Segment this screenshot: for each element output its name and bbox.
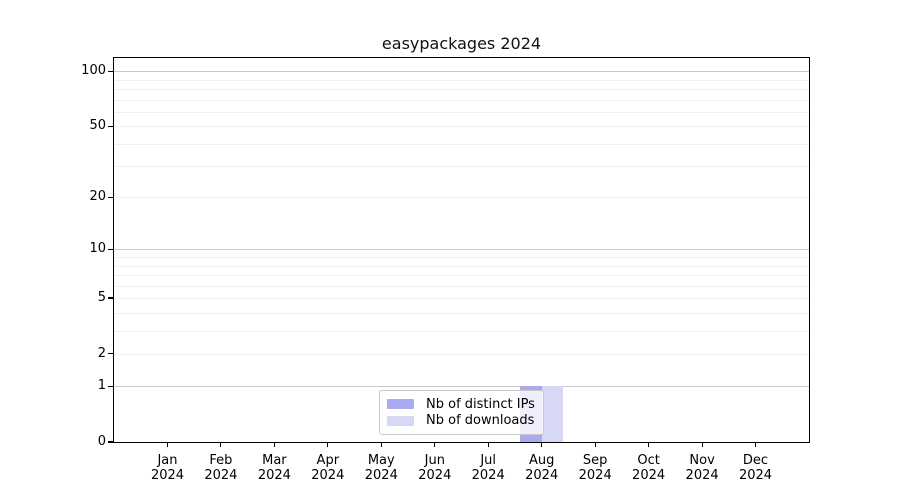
- gridline-minor: [114, 166, 809, 167]
- gridline-minor: [114, 80, 809, 81]
- x-axis-month-label: Feb: [191, 453, 251, 468]
- x-axis-year-label: 2024: [458, 468, 518, 483]
- y-axis-tick-label: 50: [40, 117, 106, 135]
- chart-title: easypackages 2024: [113, 34, 810, 53]
- gridline-major: [114, 386, 809, 387]
- x-axis-year-label: 2024: [191, 468, 251, 483]
- gridline-major: [114, 71, 809, 72]
- download-stats-chart: easypackages 2024 Nb of distinct IPs Nb …: [0, 0, 900, 500]
- gridline-minor: [114, 144, 809, 145]
- y-axis-tick-mark: [108, 353, 113, 354]
- y-axis-tick-mark: [108, 197, 113, 198]
- x-axis-month-label: Apr: [298, 453, 358, 468]
- x-axis-month-label: Mar: [244, 453, 304, 468]
- x-axis-month-label: Dec: [726, 453, 786, 468]
- gridline-minor: [114, 112, 809, 113]
- x-axis-year-label: 2024: [726, 468, 786, 483]
- gridline-minor: [114, 126, 809, 127]
- gridline-minor: [114, 313, 809, 314]
- x-axis-tick-mark: [702, 442, 703, 447]
- x-axis-tick-mark: [274, 442, 275, 447]
- x-axis-month-label: Jun: [405, 453, 465, 468]
- plot-area: Nb of distinct IPs Nb of downloads: [113, 57, 810, 443]
- legend-item-distinct-ips: Nb of distinct IPs: [387, 397, 536, 412]
- x-axis-year-label: 2024: [512, 468, 572, 483]
- legend: Nb of distinct IPs Nb of downloads: [379, 390, 544, 435]
- gridline-minor: [114, 298, 809, 299]
- x-axis-month-label: Jan: [138, 453, 198, 468]
- y-axis-tick-mark: [108, 126, 113, 127]
- y-axis-tick-label: 5: [40, 289, 106, 307]
- y-axis-tick-mark: [108, 297, 113, 298]
- legend-swatch-distinct-ips: [387, 399, 414, 409]
- x-axis-month-label: Oct: [619, 453, 679, 468]
- gridline-minor: [114, 257, 809, 258]
- y-axis-tick-mark: [108, 441, 113, 442]
- gridline-minor: [114, 331, 809, 332]
- x-axis-tick-mark: [327, 442, 328, 447]
- x-axis-tick-mark: [595, 442, 596, 447]
- x-axis-month-label: Sep: [565, 453, 625, 468]
- y-axis-tick-mark: [108, 386, 113, 387]
- x-axis-year-label: 2024: [351, 468, 411, 483]
- y-axis-tick-mark: [108, 249, 113, 250]
- y-axis-tick-mark: [108, 71, 113, 72]
- y-axis-tick-label: 10: [40, 240, 106, 258]
- gridline-minor: [114, 100, 809, 101]
- x-axis-tick-mark: [167, 442, 168, 447]
- x-axis-year-label: 2024: [138, 468, 198, 483]
- x-axis-tick-mark: [434, 442, 435, 447]
- x-axis-tick-mark: [648, 442, 649, 447]
- y-axis-tick-label: 2: [40, 345, 106, 363]
- legend-swatch-downloads: [387, 416, 414, 426]
- x-axis-year-label: 2024: [565, 468, 625, 483]
- bar-downloads: [542, 386, 563, 442]
- gridline-major: [114, 249, 809, 250]
- x-axis-month-label: Jul: [458, 453, 518, 468]
- legend-item-downloads: Nb of downloads: [387, 413, 536, 428]
- y-axis-tick-label: 20: [40, 188, 106, 206]
- gridline-minor: [114, 354, 809, 355]
- legend-label-downloads: Nb of downloads: [426, 413, 534, 428]
- gridline-minor: [114, 266, 809, 267]
- x-axis-year-label: 2024: [298, 468, 358, 483]
- gridline-minor: [114, 89, 809, 90]
- x-axis-tick-mark: [541, 442, 542, 447]
- x-axis-month-label: Nov: [672, 453, 732, 468]
- legend-label-distinct-ips: Nb of distinct IPs: [426, 397, 535, 412]
- x-axis-tick-mark: [220, 442, 221, 447]
- gridline-minor: [114, 275, 809, 276]
- x-axis-year-label: 2024: [244, 468, 304, 483]
- y-axis-tick-label: 1: [40, 377, 106, 395]
- x-axis-month-label: Aug: [512, 453, 572, 468]
- x-axis-year-label: 2024: [619, 468, 679, 483]
- x-axis-month-label: May: [351, 453, 411, 468]
- gridline-minor: [114, 197, 809, 198]
- gridline-minor: [114, 286, 809, 287]
- y-axis-tick-label: 0: [40, 433, 106, 451]
- x-axis-tick-mark: [755, 442, 756, 447]
- x-axis-tick-mark: [488, 442, 489, 447]
- y-axis-tick-label: 100: [40, 62, 106, 80]
- x-axis-year-label: 2024: [405, 468, 465, 483]
- x-axis-year-label: 2024: [672, 468, 732, 483]
- x-axis-tick-mark: [381, 442, 382, 447]
